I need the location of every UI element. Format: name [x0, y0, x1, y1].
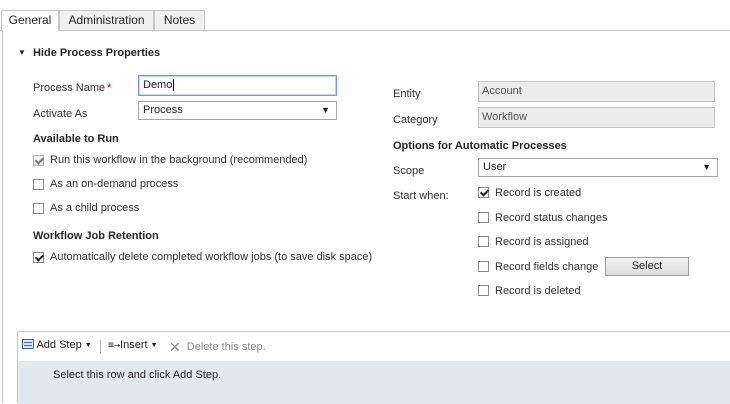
record-deleted-label: Record is deleted — [495, 285, 581, 297]
record-deleted-checkbox[interactable] — [478, 285, 489, 296]
record-status-label: Record status changes — [495, 212, 608, 224]
insert-button[interactable]: ≡→Insert ▼ — [108, 339, 158, 351]
collapse-triangle-icon: ▼ — [18, 48, 26, 57]
activate-as-select[interactable]: Process ▼ — [138, 101, 337, 120]
process-name-text: Process Name — [33, 82, 106, 94]
tab-general[interactable]: General — [1, 10, 59, 31]
dropdown-arrow-icon: ▼ — [702, 162, 711, 172]
hide-properties-label: Hide Process Properties — [32, 47, 161, 59]
record-fields-checkbox[interactable] — [478, 261, 489, 272]
entity-label: Entity — [393, 88, 421, 100]
toolbar-separator — [100, 340, 101, 354]
activate-as-label: Activate As — [33, 108, 88, 120]
chevron-down-icon: ▼ — [150, 342, 158, 349]
available-to-run-heading: Available to Run — [33, 133, 119, 145]
insert-icon: ≡→ — [108, 340, 121, 351]
auto-delete-checkbox[interactable] — [33, 252, 44, 263]
tab-divider — [0, 30, 730, 31]
add-step-button[interactable]: Add Step ▼ — [22, 339, 92, 351]
record-created-checkbox[interactable] — [478, 187, 489, 198]
steps-toolbar: Add Step ▼ ≡→Insert ▼ ✕ Delete this step. — [18, 332, 730, 361]
activate-as-value: Process — [143, 104, 183, 116]
run-background-checkbox[interactable] — [33, 155, 44, 166]
run-background-label: Run this workflow in the background (rec… — [50, 154, 308, 166]
category-label: Category — [393, 114, 438, 126]
entity-field: Account — [478, 81, 715, 102]
scope-select[interactable]: User ▼ — [478, 158, 718, 177]
dropdown-arrow-icon: ▼ — [321, 105, 330, 115]
scope-value: User — [483, 161, 507, 173]
select-fields-button[interactable]: Select — [605, 257, 689, 276]
process-name-input[interactable]: Demo — [138, 75, 337, 96]
record-fields-label: Record fields change — [495, 261, 599, 273]
step-placeholder-text: Select this row and click Add Step. — [53, 369, 222, 381]
add-step-label: Add Step — [36, 339, 82, 351]
options-heading: Options for Automatic Processes — [393, 140, 567, 152]
child-process-checkbox[interactable] — [33, 203, 44, 214]
process-name-value: Demo — [143, 79, 173, 91]
tab-bar: General Administration Notes — [0, 0, 730, 31]
retention-heading: Workflow Job Retention — [33, 230, 159, 242]
record-assigned-checkbox[interactable] — [478, 236, 489, 247]
record-status-checkbox[interactable] — [478, 212, 489, 223]
chevron-down-icon: ▼ — [84, 342, 92, 349]
delete-step-button[interactable]: ✕ Delete this step. — [169, 339, 266, 356]
record-created-label: Record is created — [495, 187, 582, 199]
start-when-label: Start when: — [393, 190, 449, 202]
workflow-steps-panel: Add Step ▼ ≡→Insert ▼ ✕ Delete this step. … — [17, 331, 730, 404]
tab-notes[interactable]: Notes — [154, 10, 205, 30]
record-assigned-label: Record is assigned — [495, 236, 589, 248]
hide-properties-toggle[interactable]: ▼ Hide Process Properties — [18, 47, 160, 59]
delete-step-label: Delete this step. — [186, 341, 266, 353]
tab-administration[interactable]: Administration — [59, 10, 154, 30]
child-process-label: As a child process — [50, 202, 140, 214]
panel-border — [2, 30, 3, 403]
required-marker: * — [107, 82, 112, 94]
auto-delete-label: Automatically delete completed workflow … — [50, 251, 373, 263]
scope-label: Scope — [393, 165, 425, 177]
delete-x-icon: ✕ — [169, 339, 181, 355]
add-step-icon — [22, 339, 34, 349]
on-demand-checkbox[interactable] — [33, 179, 44, 190]
step-placeholder-row[interactable]: Select this row and click Add Step. — [18, 361, 730, 404]
process-name-label: Process Name * — [33, 82, 111, 94]
on-demand-label: As an on-demand process — [50, 178, 179, 190]
category-field: Workflow — [478, 107, 715, 128]
insert-label: Insert — [120, 339, 148, 351]
